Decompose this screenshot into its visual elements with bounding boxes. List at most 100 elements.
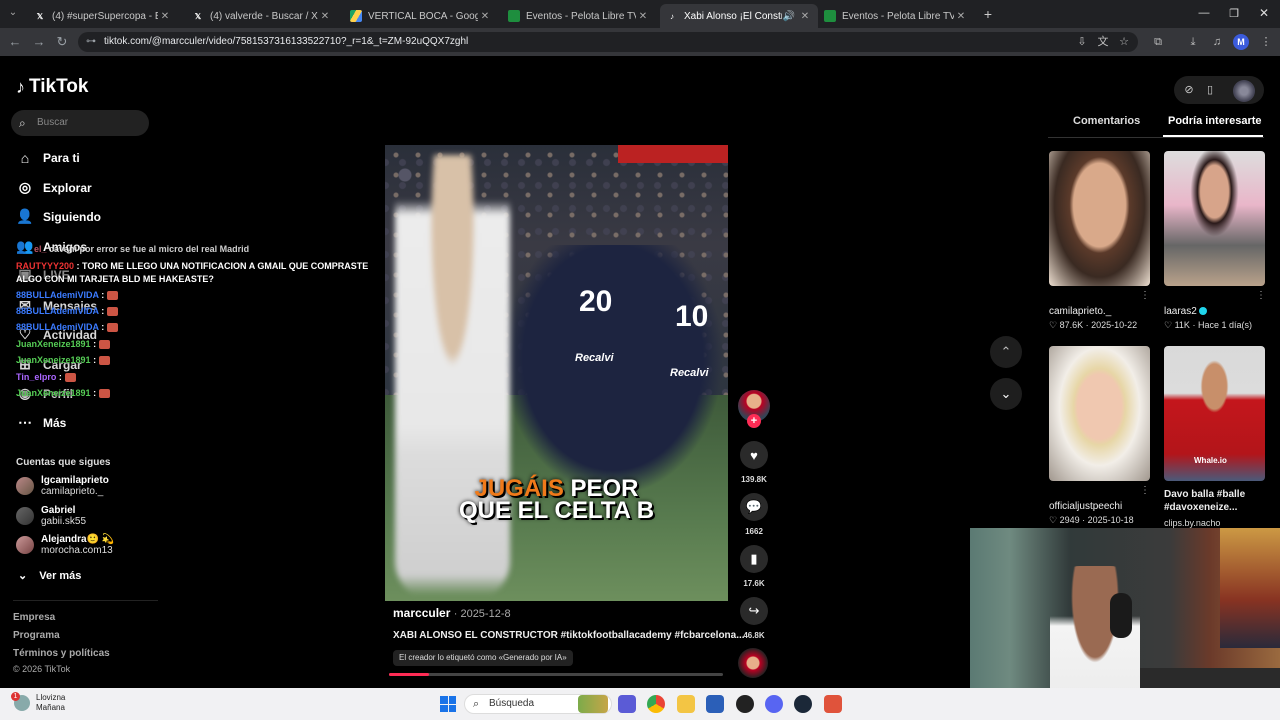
browser-tab[interactable]: VERTICAL BOCA - Google Drive ✕ (344, 4, 498, 28)
tab-suggested[interactable]: Podría interesarte (1168, 115, 1262, 127)
suggested-title[interactable]: Davo balla #balle #davoxeneize... (1164, 488, 1274, 514)
speaker-icon[interactable]: 🔊 (782, 11, 796, 22)
minimize-icon[interactable]: — (1196, 7, 1212, 19)
more-options-icon[interactable]: ⋮ (1140, 290, 1150, 301)
see-more-button[interactable]: ⌄ Ver más (18, 569, 81, 583)
followed-account[interactable]: Gabriel gabii.sk55 (16, 505, 86, 527)
compass-icon[interactable]: ⊘ (1181, 82, 1197, 98)
browser-tab[interactable]: 𝕏 (4) #superSupercopa - Buscar / ✕ (28, 4, 178, 28)
more-options-icon[interactable]: ⋮ (1256, 290, 1266, 301)
browser-tab[interactable]: Eventos - Pelota Libre TV ✕ (502, 4, 656, 28)
close-tab-icon[interactable]: ✕ (636, 11, 650, 22)
discord-icon[interactable] (765, 695, 783, 713)
chat-message: 88BULLAdemiVIDA : (16, 322, 119, 333)
downloads-icon[interactable]: ⤓ (1185, 34, 1201, 50)
file-explorer-icon[interactable] (677, 695, 695, 713)
bookmark-star-icon[interactable]: ☆ (1116, 34, 1132, 50)
browser-tab[interactable]: Eventos - Pelota Libre TV ✕ (818, 4, 974, 28)
suggested-username[interactable]: officialjustpeechi (1049, 501, 1122, 512)
taskbar-highlight-icon[interactable] (578, 695, 608, 713)
close-tab-icon[interactable]: ✕ (954, 11, 968, 22)
followed-account[interactable]: lgcamilaprieto camilaprieto._ (16, 475, 109, 497)
emote-icon (99, 340, 111, 350)
next-video-button[interactable]: ⌄ (990, 378, 1022, 410)
emote-icon (99, 389, 111, 399)
copyright: © 2026 TikTok (13, 664, 71, 674)
suggested-meta: ♡ 87.6K · 2025-10-22 (1049, 320, 1138, 330)
suggested-username[interactable]: laaras2 (1164, 306, 1207, 317)
suggested-video-thumbnail[interactable] (1049, 346, 1150, 481)
browser-tab[interactable]: 𝕏 (4) valverde - Buscar / X ✕ (186, 4, 338, 28)
translate-icon[interactable]: 文 (1095, 34, 1111, 50)
tab-comments[interactable]: Comentarios (1073, 115, 1140, 127)
start-button[interactable] (440, 696, 456, 712)
install-app-icon[interactable]: ⇩ (1074, 34, 1090, 50)
jersey-number: 10 (675, 300, 709, 333)
suggested-meta: ♡ 11K · Hace 1 día(s) (1164, 320, 1252, 330)
suggested-username[interactable]: camilaprieto._ (1049, 306, 1111, 317)
forward-icon[interactable]: → (30, 33, 48, 51)
store-icon[interactable] (706, 695, 724, 713)
video-description[interactable]: XABI ALONSO EL CONSTRUCTOR #tiktokfootba… (393, 630, 745, 641)
footer-link-terms[interactable]: Términos y políticas (13, 648, 110, 659)
video-player[interactable]: 20 10 Recalvi Recalvi JUGÁIS PEOR QUE EL… (385, 145, 728, 601)
steam-icon[interactable] (794, 695, 812, 713)
media-controls-icon[interactable]: ♫ (1209, 34, 1225, 50)
footer-link-program[interactable]: Programa (13, 630, 60, 641)
chat-message: el_ cavani por error se fue al micro del… (34, 244, 250, 254)
save-button[interactable]: ▮ 17.6K (740, 545, 768, 588)
url-field[interactable]: ⊶ tiktok.com/@marcculer/video/7581537316… (78, 32, 1138, 52)
nav-more[interactable]: ⋯ Más (16, 414, 66, 431)
browser-tab-bar: ⌄ 𝕏 (4) #superSupercopa - Buscar / ✕ 𝕏 (… (0, 0, 1280, 28)
chevron-down-icon: ⌄ (18, 570, 28, 582)
reload-icon[interactable]: ↻ (53, 33, 71, 51)
chrome-icon[interactable] (647, 695, 665, 713)
comment-button[interactable]: 💬 1662 (740, 493, 768, 536)
menu-icon[interactable]: ⋮ (1258, 34, 1274, 50)
close-tab-icon[interactable]: ✕ (478, 11, 492, 22)
tab-list-icon[interactable]: ⌄ (6, 7, 20, 21)
site-info-icon[interactable]: ⊶ (86, 32, 96, 52)
weather-widget[interactable]: 1 Llovizna Mañana (11, 692, 65, 713)
footer-link-company[interactable]: Empresa (13, 612, 55, 623)
jersey-sponsor: Recalvi (670, 367, 709, 379)
search-icon: ⌕ (473, 698, 480, 710)
search-input[interactable]: ⌕ Buscar (11, 110, 149, 136)
more-options-icon[interactable]: ⋮ (1140, 485, 1150, 496)
taskbar-app-icon[interactable] (618, 695, 636, 713)
extensions-icon[interactable]: ⧉ (1150, 34, 1166, 50)
profile-avatar[interactable]: M (1233, 34, 1249, 50)
new-tab-icon[interactable]: + (980, 6, 996, 22)
maximize-icon[interactable]: ❐ (1226, 7, 1242, 20)
close-window-icon[interactable]: ✕ (1256, 6, 1272, 20)
close-tab-icon[interactable]: ✕ (318, 11, 332, 22)
music-disc[interactable] (738, 648, 768, 678)
back-icon[interactable]: ← (6, 33, 24, 51)
doc-icon (824, 10, 836, 22)
divider (13, 600, 158, 601)
taskbar-app-icon[interactable] (736, 695, 754, 713)
browser-tab-active[interactable]: ♪ Xabi Alonso ¡El Constructo 🔊 ✕ (660, 4, 818, 28)
tiktok-logo[interactable]: ♪ TikTok (16, 76, 88, 98)
video-author[interactable]: marcculer · 2025-12-8 (393, 606, 511, 620)
suggested-video-thumbnail[interactable] (1164, 151, 1265, 286)
follow-button[interactable]: + (747, 414, 761, 428)
followed-account[interactable]: Alejandra🙂 💫 morocha.com13 (16, 534, 114, 556)
nav-explore[interactable]: ◎ Explorar (16, 179, 92, 196)
previous-video-button[interactable]: ⌃ (990, 336, 1022, 368)
nav-following[interactable]: 👤 Siguiendo (16, 208, 101, 225)
following-icon: 👤 (16, 208, 34, 224)
divider (1048, 137, 1264, 138)
close-tab-icon[interactable]: ✕ (158, 11, 172, 22)
suggested-video-thumbnail[interactable] (1049, 151, 1150, 286)
share-button[interactable]: ↪ 46.8K (740, 597, 768, 640)
taskbar-app-icon[interactable] (824, 695, 842, 713)
close-tab-icon[interactable]: ✕ (798, 11, 812, 22)
nav-for-you[interactable]: ⌂ Para ti (16, 150, 80, 166)
user-avatar[interactable] (1233, 80, 1255, 102)
suggested-video-thumbnail[interactable]: Whale.io (1164, 346, 1265, 481)
video-progress-bar[interactable] (389, 673, 723, 676)
device-icon[interactable]: ▯ (1202, 82, 1218, 98)
like-button[interactable]: ♥ 139.8K (740, 441, 768, 484)
ai-generated-label: El creador lo etiquetó como «Generado po… (393, 650, 573, 666)
